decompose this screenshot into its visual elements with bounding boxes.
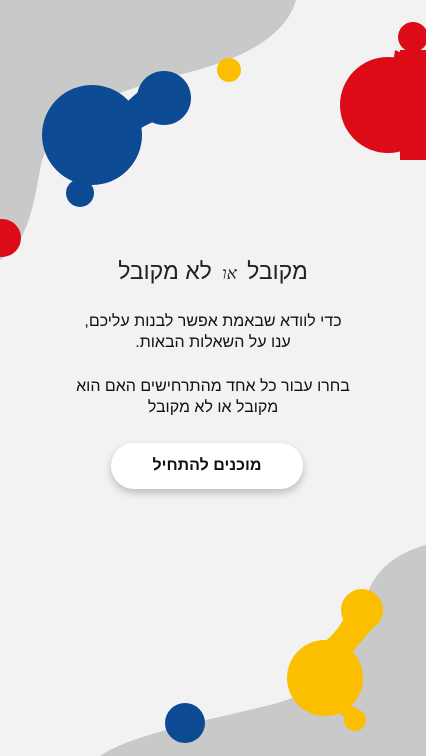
- start-button[interactable]: מוכנים להתחיל: [111, 443, 303, 489]
- instructions-text: בחרו עבור כל אחד מהתרחישים האם הוא מקובל…: [40, 376, 386, 418]
- intro-text: כדי לוודא שבאמת אפשר לבנות עליכם, ענו על…: [40, 311, 386, 353]
- instructions-line-1: בחרו עבור כל אחד מהתרחישים האם הוא: [76, 378, 350, 395]
- title-separator: או: [222, 264, 237, 284]
- title-not-acceptable: לא מקובל: [118, 258, 212, 284]
- intro-line-2: ענו על השאלות הבאות.: [135, 334, 291, 351]
- title-acceptable: מקובל: [247, 258, 308, 284]
- intro-line-1: כדי לוודא שבאמת אפשר לבנות עליכם,: [84, 313, 342, 330]
- instructions-line-2: מקובל או לא מקובל: [147, 399, 279, 416]
- blue-dot-bottom: [165, 703, 205, 743]
- page-title: מקובל או לא מקובל: [0, 258, 426, 285]
- red-splash-top: [340, 22, 426, 160]
- yellow-dot-top: [217, 58, 241, 82]
- gray-blob-bottom: [100, 545, 426, 756]
